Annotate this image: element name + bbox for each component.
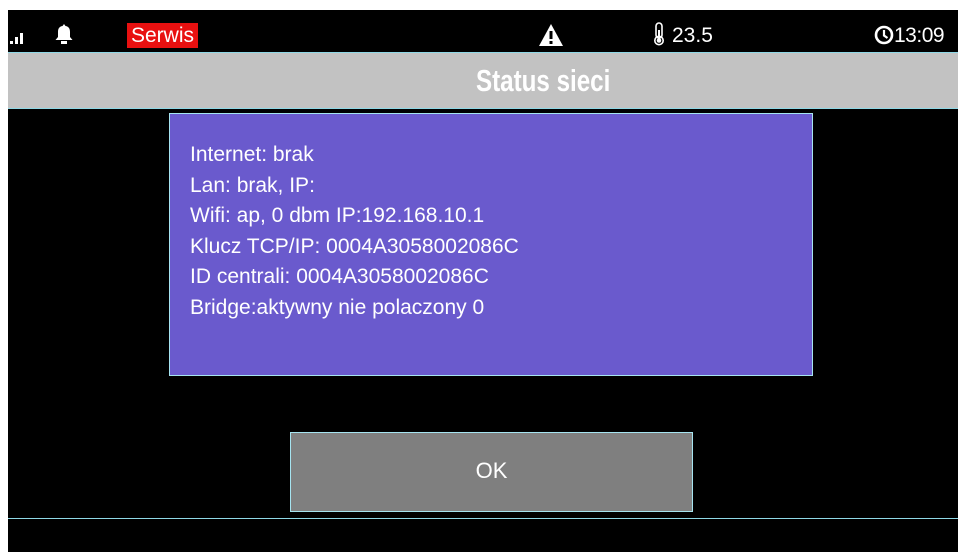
clock-icon bbox=[874, 25, 894, 45]
central-id-line: ID centrali: 0004A3058002086C bbox=[190, 265, 489, 288]
lan-status-line: Lan: brak, IP: bbox=[190, 173, 315, 197]
bell-icon bbox=[55, 24, 73, 44]
tcpip-key-line: Klucz TCP/IP: 0004A3058002086C bbox=[190, 234, 519, 258]
device-screen: Serwis 23.5 13:09 Status sieci Internet:… bbox=[8, 10, 958, 552]
status-bar: Serwis 23.5 13:09 bbox=[8, 10, 958, 52]
ok-button[interactable]: OK bbox=[290, 432, 693, 512]
thermometer-icon bbox=[654, 22, 664, 46]
service-mode-badge: Serwis bbox=[127, 23, 199, 48]
bridge-status-line: Bridge:aktywny nie polaczony 0 bbox=[190, 295, 485, 319]
internet-status-line: Internet: brak bbox=[190, 143, 314, 166]
page-title: Status sieci bbox=[475, 63, 611, 98]
title-bar: Status sieci bbox=[8, 52, 958, 109]
warning-triangle-icon bbox=[539, 24, 563, 46]
temperature-value: 23.5 bbox=[672, 24, 713, 47]
network-status-panel: Internet: brak Lan: brak, IP: Wifi: ap, … bbox=[169, 113, 813, 376]
bottom-divider bbox=[8, 518, 958, 519]
wifi-status-line: Wifi: ap, 0 dbm IP:192.168.10.1 bbox=[190, 204, 485, 227]
clock-time: 13:09 bbox=[894, 24, 945, 47]
signal-bars-icon bbox=[10, 33, 23, 44]
